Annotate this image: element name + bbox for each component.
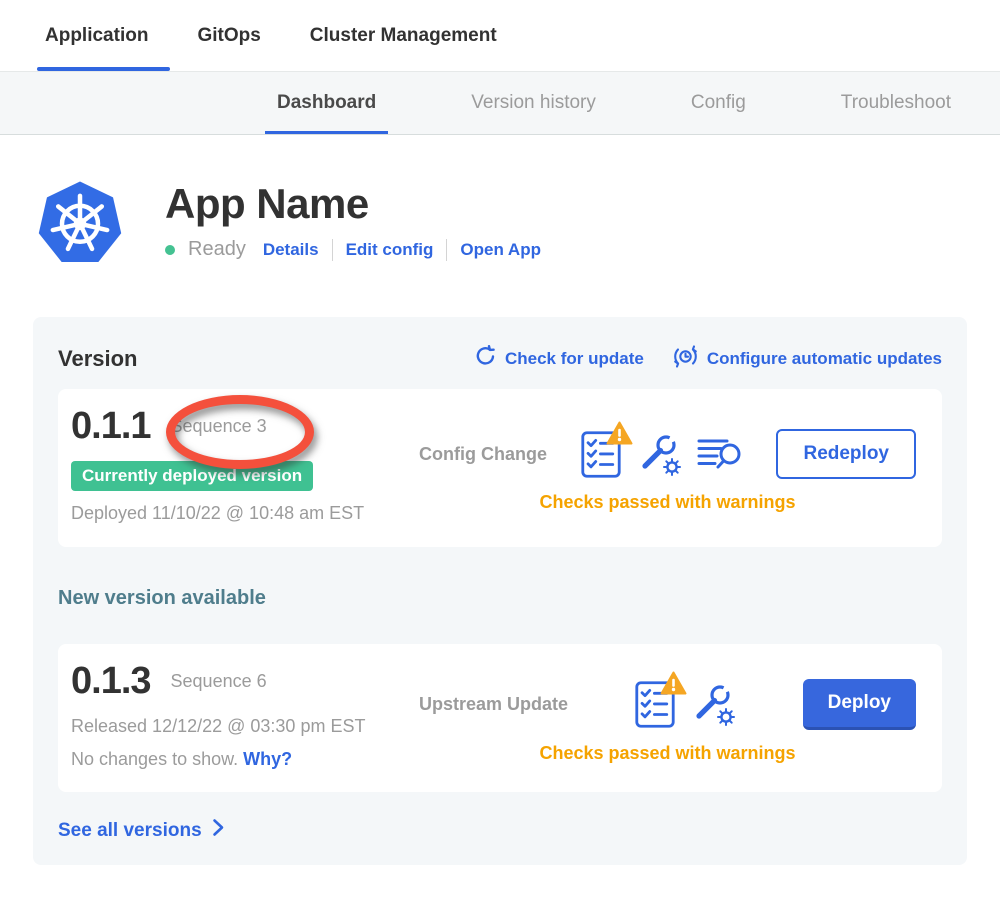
configure-auto-updates-label: Configure automatic updates	[707, 349, 942, 369]
details-link[interactable]: Details	[263, 240, 319, 260]
app-header: App Name Ready Details Edit config Open …	[35, 177, 1000, 267]
divider	[332, 239, 333, 261]
view-diff-icon[interactable]	[697, 436, 743, 473]
config-wrench-icon[interactable]	[690, 681, 736, 727]
available-version-number: 0.1.3	[71, 660, 151, 704]
top-nav: Application GitOps Cluster Management	[0, 0, 1000, 71]
available-version-icons	[635, 681, 736, 728]
app-status-row: Ready Details Edit config Open App	[165, 238, 541, 261]
current-change-type: Config Change	[419, 444, 547, 465]
released-timestamp: Released 12/12/22 @ 03:30 pm EST	[71, 716, 419, 737]
tab-config[interactable]: Config	[691, 72, 746, 134]
open-app-link[interactable]: Open App	[460, 240, 541, 260]
available-version-actions: Upstream Update	[419, 660, 916, 776]
preflight-checklist-icon[interactable]	[635, 681, 675, 728]
chevron-right-icon	[212, 818, 225, 843]
currently-deployed-badge: Currently deployed version	[71, 461, 313, 491]
current-version-row: 0.1.1 Sequence 3 Currently deployed vers…	[58, 389, 942, 547]
preflight-checklist-icon[interactable]	[581, 431, 621, 478]
warning-triangle-icon	[606, 421, 633, 450]
version-card: Version Check for update	[33, 317, 967, 865]
available-change-type: Upstream Update	[419, 694, 568, 715]
tab-dashboard[interactable]: Dashboard	[277, 72, 376, 134]
status-text: Ready	[188, 238, 246, 261]
warning-triangle-icon	[660, 671, 687, 700]
available-version-line: 0.1.3 Sequence 6	[71, 660, 419, 704]
current-version-line: 0.1.1 Sequence 3	[71, 405, 419, 449]
version-card-title: Version	[58, 346, 137, 372]
available-version-info: 0.1.3 Sequence 6 Released 12/12/22 @ 03:…	[71, 660, 419, 776]
config-wrench-icon[interactable]	[636, 431, 682, 477]
tab-version-history[interactable]: Version history	[471, 72, 596, 134]
top-nav-tab-gitops[interactable]: GitOps	[197, 0, 260, 71]
check-for-update-label: Check for update	[505, 349, 644, 369]
auto-update-clock-icon	[672, 343, 699, 375]
available-version-sequence: Sequence 6	[171, 671, 267, 692]
kubernetes-logo-icon	[35, 177, 125, 267]
app-sub-nav: Dashboard Version history Config Trouble…	[0, 71, 1000, 135]
check-for-update-link[interactable]: Check for update	[474, 345, 644, 373]
tab-troubleshoot[interactable]: Troubleshoot	[841, 72, 951, 134]
current-checks-status: Checks passed with warnings	[419, 492, 916, 513]
configure-auto-updates-link[interactable]: Configure automatic updates	[672, 343, 942, 375]
available-version-actions-row: Upstream Update	[419, 679, 916, 730]
why-link[interactable]: Why?	[243, 749, 292, 769]
no-changes-line: No changes to show. Why?	[71, 749, 419, 770]
status-dot-icon	[165, 245, 175, 255]
new-version-heading: New version available	[58, 587, 942, 610]
top-nav-tab-application[interactable]: Application	[45, 0, 148, 71]
version-card-actions: Check for update Configure automatic upd…	[474, 343, 942, 375]
deploy-button[interactable]: Deploy	[803, 679, 916, 730]
current-version-actions: Config Change	[419, 405, 916, 531]
page-title: App Name	[165, 181, 541, 227]
current-version-icons	[581, 431, 743, 478]
current-version-sequence: Sequence 3	[171, 416, 267, 437]
available-version-row: 0.1.3 Sequence 6 Released 12/12/22 @ 03:…	[58, 644, 942, 792]
see-all-versions-label: See all versions	[58, 820, 202, 842]
divider	[446, 239, 447, 261]
edit-config-link[interactable]: Edit config	[346, 240, 434, 260]
redeploy-button[interactable]: Redeploy	[776, 429, 916, 479]
current-version-number: 0.1.1	[71, 405, 151, 449]
refresh-icon	[474, 345, 497, 373]
app-header-text: App Name Ready Details Edit config Open …	[165, 177, 541, 267]
available-checks-status: Checks passed with warnings	[419, 743, 916, 764]
no-changes-text: No changes to show.	[71, 749, 238, 769]
deployed-timestamp: Deployed 11/10/22 @ 10:48 am EST	[71, 503, 419, 524]
see-all-versions-link[interactable]: See all versions	[58, 818, 942, 843]
top-nav-tab-cluster-management[interactable]: Cluster Management	[310, 0, 497, 71]
version-card-header: Version Check for update	[58, 343, 942, 375]
current-version-info: 0.1.1 Sequence 3 Currently deployed vers…	[71, 405, 419, 531]
current-version-actions-row: Config Change	[419, 429, 916, 479]
